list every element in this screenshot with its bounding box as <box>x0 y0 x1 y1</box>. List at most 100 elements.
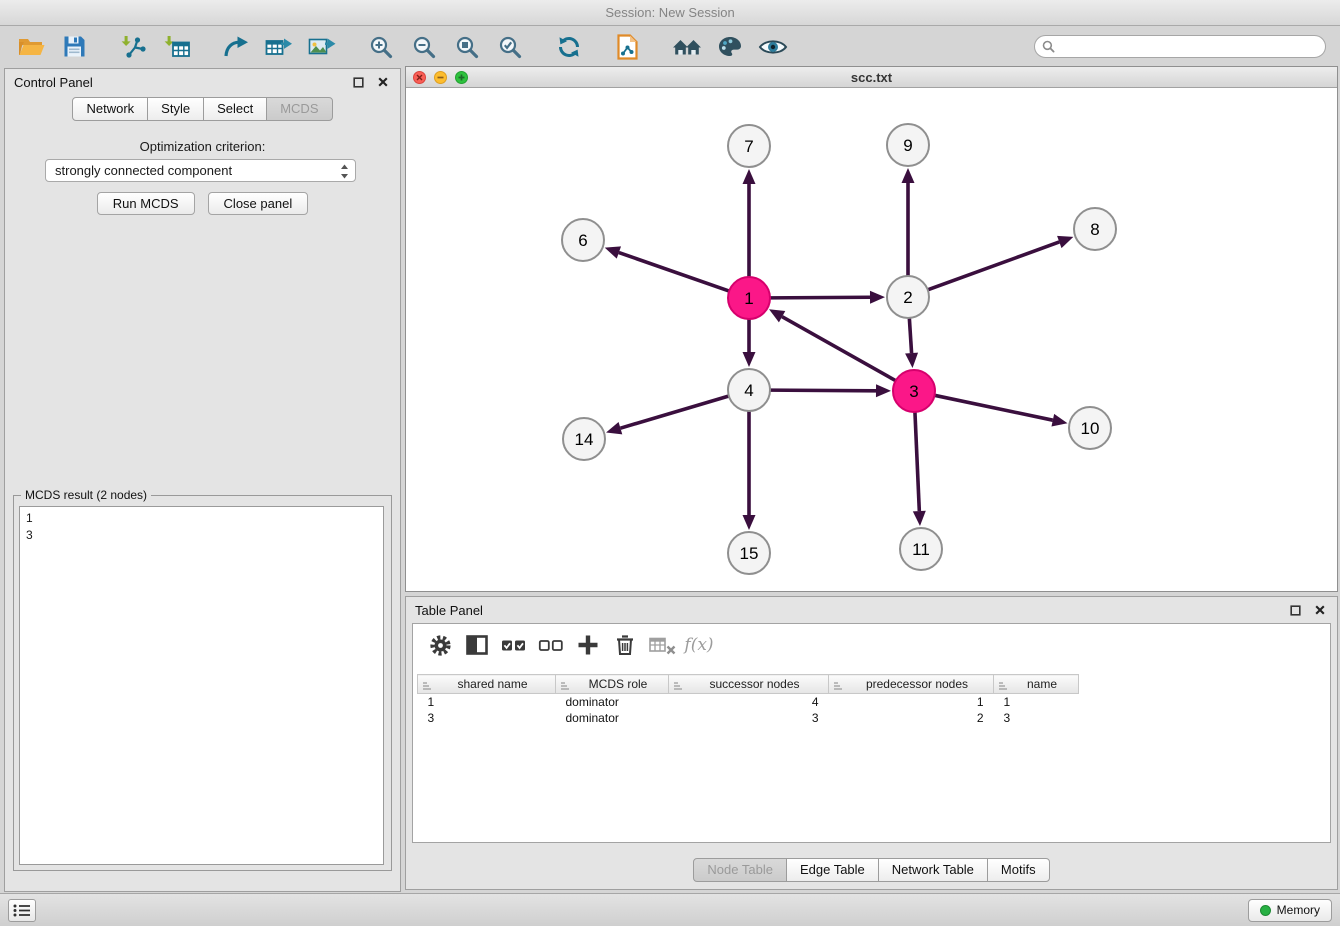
control-panel-title: Control Panel <box>14 75 93 90</box>
criterion-dropdown[interactable]: strongly connected component <box>45 159 356 182</box>
close-panel-icon[interactable] <box>374 74 391 91</box>
svg-text:8: 8 <box>1090 220 1099 239</box>
tab-style[interactable]: Style <box>147 97 204 121</box>
tab-select[interactable]: Select <box>203 97 267 121</box>
maximize-window-icon[interactable] <box>455 71 468 84</box>
graph-edge-2-9[interactable] <box>902 168 915 276</box>
table-cell[interactable]: 3 <box>994 710 1079 726</box>
zoom-in-icon[interactable] <box>359 30 402 64</box>
select-all-checkbox-icon[interactable] <box>499 631 529 659</box>
table-cell[interactable]: 1 <box>829 694 994 710</box>
svg-text:4: 4 <box>744 381 753 400</box>
export-table-icon[interactable] <box>257 30 300 64</box>
tab-network[interactable]: Network <box>72 97 148 121</box>
graph-node-11[interactable]: 11 <box>900 528 942 570</box>
toolbar-group <box>665 30 794 64</box>
memory-button[interactable]: Memory <box>1248 899 1332 922</box>
graph-edge-4-14[interactable] <box>606 396 729 434</box>
graph-edge-2-8[interactable] <box>928 236 1074 290</box>
graph-edge-3-10[interactable] <box>935 395 1068 426</box>
save-session-icon[interactable] <box>53 30 96 64</box>
function-builder-icon[interactable]: f(x) <box>684 631 714 659</box>
graph-node-7[interactable]: 7 <box>728 125 770 167</box>
columns-icon[interactable] <box>462 631 492 659</box>
table-cell[interactable]: 1 <box>418 694 556 710</box>
open-network-document-icon[interactable] <box>606 30 649 64</box>
table-cell[interactable]: 1 <box>994 694 1079 710</box>
zoom-selected-icon[interactable] <box>488 30 531 64</box>
table-tab-motifs[interactable]: Motifs <box>987 858 1050 882</box>
graph-edge-1-7[interactable] <box>743 169 756 277</box>
zoom-fit-icon[interactable] <box>445 30 488 64</box>
tab-mcds[interactable]: MCDS <box>266 97 332 121</box>
network-graph: 7 9 6 8 1 2 4 3 14 10 15 11 <box>406 88 1337 592</box>
close-panel-button[interactable]: Close panel <box>208 192 309 215</box>
first-neighbors-icon[interactable] <box>665 30 708 64</box>
open-session-icon[interactable] <box>10 30 53 64</box>
column-header-successor-nodes[interactable]: successor nodes <box>669 675 829 694</box>
table-tab-node-table[interactable]: Node Table <box>693 858 787 882</box>
table-cell[interactable]: 3 <box>418 710 556 726</box>
table-cell[interactable]: 3 <box>669 710 829 726</box>
show-details-eye-icon[interactable] <box>751 30 794 64</box>
graph-edge-4-15[interactable] <box>743 411 756 530</box>
close-table-panel-icon[interactable] <box>1311 602 1328 619</box>
close-window-icon[interactable] <box>413 71 426 84</box>
style-palette-icon[interactable] <box>708 30 751 64</box>
export-network-icon[interactable] <box>214 30 257 64</box>
graph-node-9[interactable]: 9 <box>887 124 929 166</box>
graph-node-4[interactable]: 4 <box>728 369 770 411</box>
table-row[interactable]: 1dominator411 <box>418 694 1079 710</box>
graph-edge-3-1[interactable] <box>769 309 896 380</box>
search-input[interactable] <box>1034 35 1326 58</box>
graph-edge-1-2[interactable] <box>770 291 885 304</box>
column-header-predecessor-nodes[interactable]: predecessor nodes <box>829 675 994 694</box>
table-tab-network-table[interactable]: Network Table <box>878 858 988 882</box>
network-window-titlebar[interactable]: scc.txt <box>406 67 1337 88</box>
float-table-panel-icon[interactable] <box>1287 602 1304 619</box>
graph-node-1[interactable]: 1 <box>728 277 770 319</box>
column-header-mcds-role[interactable]: MCDS role <box>556 675 669 694</box>
graph-node-8[interactable]: 8 <box>1074 208 1116 250</box>
table-cell[interactable]: 2 <box>829 710 994 726</box>
mcds-result-group: MCDS result (2 nodes) 1 3 <box>13 495 392 871</box>
svg-text:6: 6 <box>578 231 587 250</box>
delete-table-icon[interactable] <box>647 631 677 659</box>
graph-node-14[interactable]: 14 <box>563 418 605 460</box>
graph-edge-1-6[interactable] <box>605 246 729 291</box>
table-tab-edge-table[interactable]: Edge Table <box>786 858 879 882</box>
memory-status-dot <box>1260 905 1271 916</box>
add-column-icon[interactable] <box>573 631 603 659</box>
graph-node-15[interactable]: 15 <box>728 532 770 574</box>
table-cell[interactable]: 4 <box>669 694 829 710</box>
graph-node-6[interactable]: 6 <box>562 219 604 261</box>
graph-edge-3-11[interactable] <box>913 412 926 526</box>
minimize-window-icon[interactable] <box>434 71 447 84</box>
export-image-icon[interactable] <box>300 30 343 64</box>
run-mcds-button[interactable]: Run MCDS <box>97 192 195 215</box>
refresh-layout-icon[interactable] <box>547 30 590 64</box>
table-panel-title: Table Panel <box>415 603 483 618</box>
graph-edge-1-4[interactable] <box>743 319 756 367</box>
column-header-label: shared name <box>457 677 527 691</box>
import-network-icon[interactable] <box>112 30 155 64</box>
delete-column-icon[interactable] <box>610 631 640 659</box>
zoom-out-icon[interactable] <box>402 30 445 64</box>
panel-list-icon[interactable] <box>8 899 36 922</box>
gear-icon[interactable] <box>425 631 455 659</box>
graph-node-2[interactable]: 2 <box>887 276 929 318</box>
column-header-name[interactable]: name <box>994 675 1079 694</box>
mcds-result-list[interactable]: 1 3 <box>19 506 384 865</box>
network-canvas[interactable]: 7 9 6 8 1 2 4 3 14 10 15 11 <box>406 88 1337 591</box>
column-header-shared-name[interactable]: shared name <box>418 675 556 694</box>
import-table-icon[interactable] <box>155 30 198 64</box>
table-cell[interactable]: dominator <box>556 694 669 710</box>
table-row[interactable]: 3dominator323 <box>418 710 1079 726</box>
float-panel-icon[interactable] <box>350 74 367 91</box>
table-cell[interactable]: dominator <box>556 710 669 726</box>
graph-edge-2-3[interactable] <box>905 318 918 368</box>
deselect-all-checkbox-icon[interactable] <box>536 631 566 659</box>
graph-node-10[interactable]: 10 <box>1069 407 1111 449</box>
graph-node-3[interactable]: 3 <box>893 370 935 412</box>
graph-edge-4-3[interactable] <box>770 384 891 397</box>
